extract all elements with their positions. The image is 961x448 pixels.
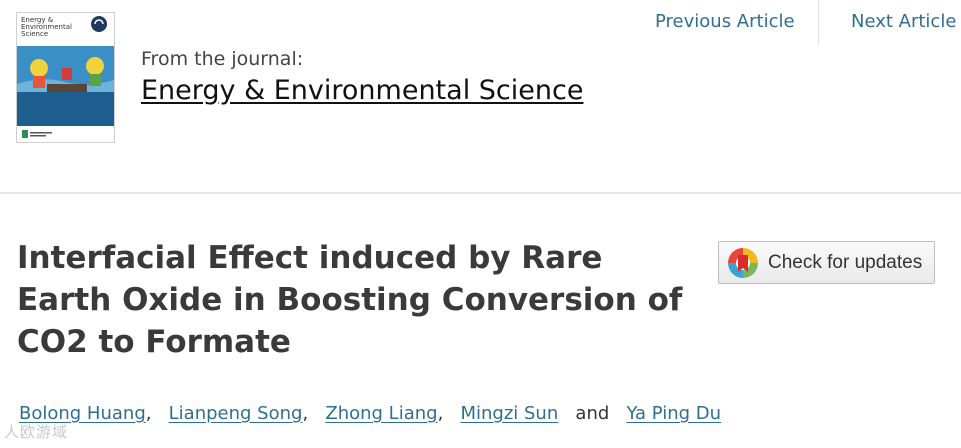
cover-title: Energy & Environmental Science xyxy=(21,16,72,38)
title-line: CO2 to Formate xyxy=(17,324,291,360)
check-for-updates-label: Check for updates xyxy=(768,251,923,273)
author-list: Bolong Huang, Lianpeng Song, Zhong Liang… xyxy=(19,403,721,424)
next-article-link[interactable]: Next Article xyxy=(851,11,956,32)
author-separator: , xyxy=(145,403,152,424)
nav-divider xyxy=(818,0,819,46)
cover-badge-icon xyxy=(91,16,107,32)
journal-name-link[interactable]: Energy & Environmental Science xyxy=(141,75,583,106)
header-divider xyxy=(0,192,961,194)
title-line: Interfacial Effect induced by Rare xyxy=(17,240,603,276)
author-separator: , xyxy=(437,403,444,424)
article-title: Interfacial Effect induced by Rare Earth… xyxy=(17,237,707,363)
author-separator: , xyxy=(302,403,309,424)
cover-artwork xyxy=(17,46,114,126)
check-for-updates-button[interactable]: Check for updates xyxy=(718,241,935,284)
author-link[interactable]: Lianpeng Song xyxy=(169,403,303,424)
watermark-text: 人欧游域 xyxy=(4,423,69,441)
author-conjunction: and xyxy=(575,403,610,424)
crossmark-icon xyxy=(728,247,758,278)
author-link[interactable]: Zhong Liang xyxy=(325,403,437,424)
from-journal-label: From the journal: xyxy=(141,48,304,70)
publisher-logo-icon xyxy=(22,130,52,138)
previous-article-link[interactable]: Previous Article xyxy=(655,11,795,32)
journal-cover-image[interactable]: Energy & Environmental Science xyxy=(16,12,115,143)
title-line: Earth Oxide in Boosting Conversion of xyxy=(17,282,683,318)
author-link[interactable]: Mingzi Sun xyxy=(460,403,558,424)
author-link[interactable]: Ya Ping Du xyxy=(626,403,721,424)
